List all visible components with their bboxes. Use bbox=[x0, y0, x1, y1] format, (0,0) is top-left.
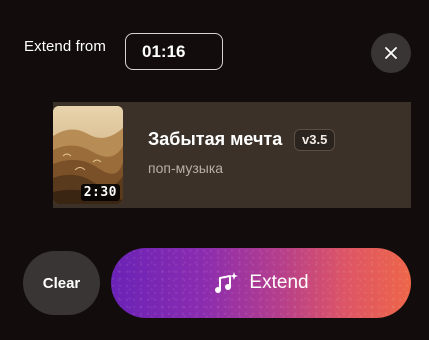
clear-button-label: Clear bbox=[42, 274, 81, 292]
clear-button[interactable]: Clear bbox=[23, 251, 100, 315]
extend-time-input[interactable] bbox=[125, 33, 223, 70]
close-icon bbox=[385, 47, 397, 59]
music-note-sparkle-icon bbox=[215, 272, 239, 293]
extend-from-label: Extend from bbox=[24, 38, 106, 55]
extend-button-label: Extend bbox=[249, 272, 309, 293]
song-genre: поп-музыка bbox=[148, 160, 224, 176]
song-card[interactable]: 2:30 Забытая мечта v3.5 поп-музыка bbox=[53, 102, 411, 208]
close-button[interactable] bbox=[371, 33, 411, 73]
extend-button[interactable]: Extend bbox=[111, 248, 411, 318]
duration-badge: 2:30 bbox=[80, 184, 120, 201]
song-title: Забытая мечта bbox=[148, 129, 283, 149]
version-badge: v3.5 bbox=[294, 129, 336, 151]
cover-art-image: 2:30 bbox=[53, 106, 123, 204]
